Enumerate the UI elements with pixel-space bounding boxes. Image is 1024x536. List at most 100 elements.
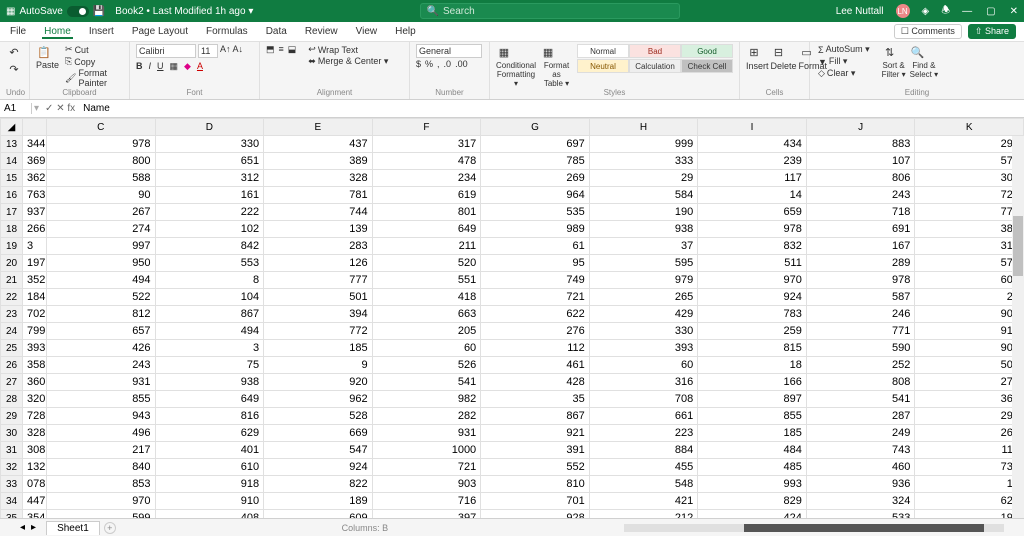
col-b-partial[interactable] xyxy=(23,119,47,136)
cell[interactable]: 588 xyxy=(47,170,156,187)
cell[interactable]: 117 xyxy=(698,170,807,187)
comments-button[interactable]: ☐ Comments xyxy=(894,24,962,39)
cell[interactable]: 282 xyxy=(372,408,481,425)
cell[interactable]: 663 xyxy=(372,306,481,323)
cell[interactable]: 455 xyxy=(589,459,698,476)
cell[interactable]: 205 xyxy=(372,323,481,340)
cell[interactable]: 776 xyxy=(915,204,1024,221)
cell[interactable]: 928 xyxy=(481,510,590,519)
cell[interactable]: 447 xyxy=(23,493,47,510)
cell[interactable]: 535 xyxy=(481,204,590,221)
vertical-scrollbar[interactable] xyxy=(1012,136,1024,518)
cell[interactable]: 434 xyxy=(698,136,807,153)
cell[interactable]: 884 xyxy=(589,442,698,459)
cell[interactable]: 494 xyxy=(47,272,156,289)
row-header[interactable]: 28 xyxy=(1,391,23,408)
style-bad[interactable]: Bad xyxy=(629,44,681,58)
cell[interactable]: 832 xyxy=(698,238,807,255)
number-format-select[interactable]: General xyxy=(416,44,482,58)
column-header[interactable]: G xyxy=(481,119,590,136)
row-header[interactable]: 26 xyxy=(1,357,23,374)
cell[interactable]: 964 xyxy=(481,187,590,204)
delete-cells-button[interactable]: ⊟Delete xyxy=(771,44,797,71)
cell[interactable]: 651 xyxy=(155,153,264,170)
cell[interactable]: 316 xyxy=(589,374,698,391)
merge-center-button[interactable]: ⬌ Merge & Center ▾ xyxy=(306,56,390,67)
cell[interactable]: 815 xyxy=(698,340,807,357)
select-all[interactable]: ◢ xyxy=(1,119,23,136)
cell[interactable]: 320 xyxy=(23,391,47,408)
formula-input[interactable]: Name xyxy=(79,103,1024,114)
dec-dec-icon[interactable]: .00 xyxy=(455,59,468,69)
cell[interactable]: 962 xyxy=(264,391,373,408)
cell[interactable]: 95 xyxy=(481,255,590,272)
row-header[interactable]: 30 xyxy=(1,425,23,442)
cell[interactable]: 553 xyxy=(155,255,264,272)
cell[interactable]: 771 xyxy=(806,323,915,340)
italic-button[interactable]: I xyxy=(149,61,152,72)
cell[interactable]: 938 xyxy=(155,374,264,391)
cell[interactable]: 785 xyxy=(481,153,590,170)
row-header[interactable]: 14 xyxy=(1,153,23,170)
tab-data[interactable]: Data xyxy=(264,26,289,37)
sheet-nav-prev-icon[interactable]: ▸ xyxy=(31,522,36,533)
cell[interactable]: 132 xyxy=(23,459,47,476)
cell[interactable]: 659 xyxy=(698,204,807,221)
cell[interactable]: 708 xyxy=(589,391,698,408)
cell[interactable]: 619 xyxy=(372,187,481,204)
row-header[interactable]: 23 xyxy=(1,306,23,323)
cell[interactable]: 661 xyxy=(589,408,698,425)
cell[interactable]: 126 xyxy=(264,255,373,272)
cell[interactable]: 541 xyxy=(372,374,481,391)
cell[interactable]: 883 xyxy=(806,136,915,153)
cell[interactable]: 912 xyxy=(915,323,1024,340)
cell[interactable]: 10 xyxy=(915,476,1024,493)
font-size-select[interactable]: 11 xyxy=(198,44,218,58)
row-header[interactable]: 32 xyxy=(1,459,23,476)
dec-inc-icon[interactable]: .0 xyxy=(444,59,452,69)
cell[interactable]: 777 xyxy=(264,272,373,289)
notify-icon[interactable]: 🕭 xyxy=(941,3,950,20)
style-normal[interactable]: Normal xyxy=(577,44,629,58)
cell[interactable]: 743 xyxy=(806,442,915,459)
cell[interactable]: 90 xyxy=(47,187,156,204)
cell[interactable]: 783 xyxy=(698,306,807,323)
cell[interactable]: 184 xyxy=(23,289,47,306)
cell[interactable]: 3 xyxy=(23,238,47,255)
cell[interactable]: 367 xyxy=(915,391,1024,408)
autosave-toggle[interactable] xyxy=(67,6,89,17)
cell[interactable]: 938 xyxy=(589,221,698,238)
cell[interactable]: 246 xyxy=(806,306,915,323)
cell[interactable]: 937 xyxy=(23,204,47,221)
cell[interactable]: 697 xyxy=(481,136,590,153)
maximize-button[interactable]: ▢ xyxy=(986,6,995,17)
cell[interactable]: 599 xyxy=(47,510,156,519)
align-top-icon[interactable]: ⬒ xyxy=(266,44,275,55)
row-header[interactable]: 20 xyxy=(1,255,23,272)
cell[interactable]: 801 xyxy=(372,204,481,221)
find-select-button[interactable]: 🔍Find & Select ▾ xyxy=(910,44,938,79)
cell[interactable]: 389 xyxy=(264,153,373,170)
cell[interactable]: 701 xyxy=(481,493,590,510)
cell[interactable]: 424 xyxy=(698,510,807,519)
cell[interactable]: 867 xyxy=(155,306,264,323)
cell[interactable]: 139 xyxy=(264,221,373,238)
cell[interactable]: 989 xyxy=(481,221,590,238)
row-header[interactable]: 18 xyxy=(1,221,23,238)
row-header[interactable]: 19 xyxy=(1,238,23,255)
cell[interactable]: 294 xyxy=(915,136,1024,153)
cell[interactable]: 669 xyxy=(264,425,373,442)
sort-filter-button[interactable]: ⇅Sort & Filter ▾ xyxy=(882,44,906,79)
column-header[interactable]: J xyxy=(806,119,915,136)
cell[interactable]: 189 xyxy=(264,493,373,510)
cell[interactable]: 763 xyxy=(23,187,47,204)
cell[interactable]: 60 xyxy=(372,340,481,357)
tab-page-layout[interactable]: Page Layout xyxy=(130,26,190,37)
cell[interactable]: 522 xyxy=(47,289,156,306)
cell[interactable]: 1000 xyxy=(372,442,481,459)
cell[interactable]: 112 xyxy=(915,442,1024,459)
diamond-icon[interactable]: ◈ xyxy=(922,6,930,17)
cell[interactable]: 931 xyxy=(47,374,156,391)
copy-button[interactable]: ⎘ Copy xyxy=(63,56,123,67)
sheet-tab[interactable]: Sheet1 xyxy=(46,521,100,535)
